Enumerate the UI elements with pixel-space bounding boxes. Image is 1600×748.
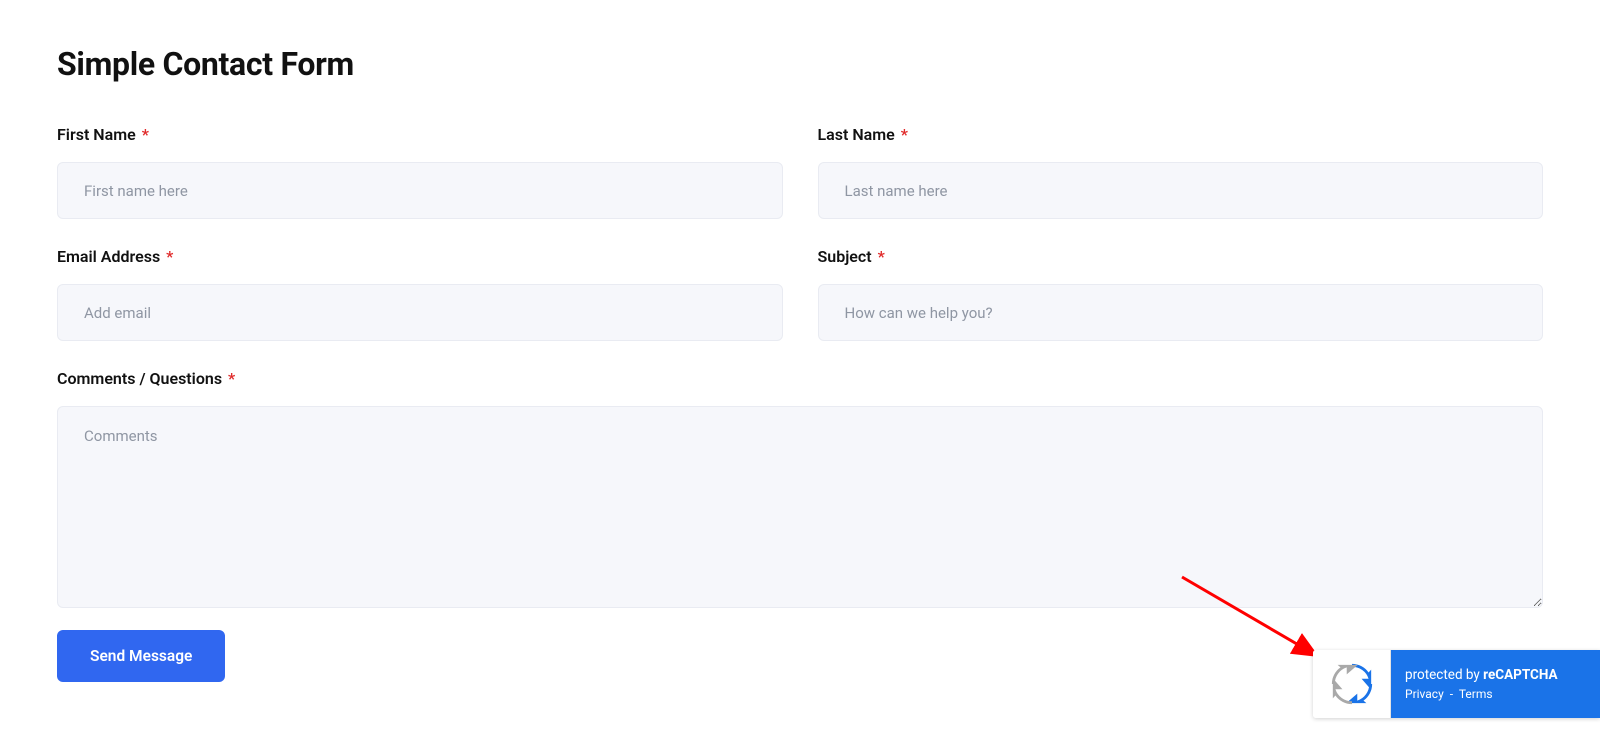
last-name-label-text: Last Name	[818, 125, 895, 144]
recaptcha-separator: -	[1450, 687, 1453, 701]
page-title: Simple Contact Form	[57, 45, 1543, 83]
last-name-label: Last Name *	[818, 125, 1544, 144]
recaptcha-links: Privacy - Terms	[1405, 687, 1586, 701]
recaptcha-privacy-link[interactable]: Privacy	[1405, 687, 1444, 701]
send-message-button[interactable]: Send Message	[57, 630, 225, 682]
recaptcha-text-box: protected by reCAPTCHA Privacy - Terms	[1391, 650, 1600, 718]
email-label-text: Email Address	[57, 247, 160, 266]
comments-textarea[interactable]	[57, 406, 1543, 608]
form-col-first-name: First Name *	[57, 125, 783, 219]
subject-label: Subject *	[818, 247, 1544, 266]
recaptcha-terms-link[interactable]: Terms	[1459, 687, 1493, 701]
recaptcha-protected-prefix: protected by	[1405, 667, 1483, 683]
form-col-email: Email Address *	[57, 247, 783, 341]
first-name-input[interactable]	[57, 162, 783, 219]
recaptcha-icon-box	[1313, 650, 1391, 718]
recaptcha-brand: reCAPTCHA	[1483, 667, 1557, 683]
contact-form-container: Simple Contact Form First Name * Last Na…	[0, 0, 1600, 722]
required-marker: *	[142, 125, 149, 144]
recaptcha-protected-text: protected by reCAPTCHA	[1405, 667, 1586, 683]
recaptcha-icon	[1329, 661, 1375, 707]
form-col-last-name: Last Name *	[818, 125, 1544, 219]
required-marker: *	[166, 247, 173, 266]
comments-label-text: Comments / Questions	[57, 369, 222, 388]
form-row-name: First Name * Last Name *	[57, 125, 1543, 219]
subject-input[interactable]	[818, 284, 1544, 341]
form-col-comments: Comments / Questions *	[57, 369, 1543, 612]
recaptcha-badge: protected by reCAPTCHA Privacy - Terms	[1313, 650, 1600, 718]
first-name-label: First Name *	[57, 125, 783, 144]
comments-label: Comments / Questions *	[57, 369, 1543, 388]
form-col-subject: Subject *	[818, 247, 1544, 341]
form-row-email-subject: Email Address * Subject *	[57, 247, 1543, 341]
required-marker: *	[901, 125, 908, 144]
subject-label-text: Subject	[818, 247, 872, 266]
last-name-input[interactable]	[818, 162, 1544, 219]
first-name-label-text: First Name	[57, 125, 136, 144]
email-label: Email Address *	[57, 247, 783, 266]
required-marker: *	[878, 247, 885, 266]
email-input[interactable]	[57, 284, 783, 341]
required-marker: *	[228, 369, 235, 388]
